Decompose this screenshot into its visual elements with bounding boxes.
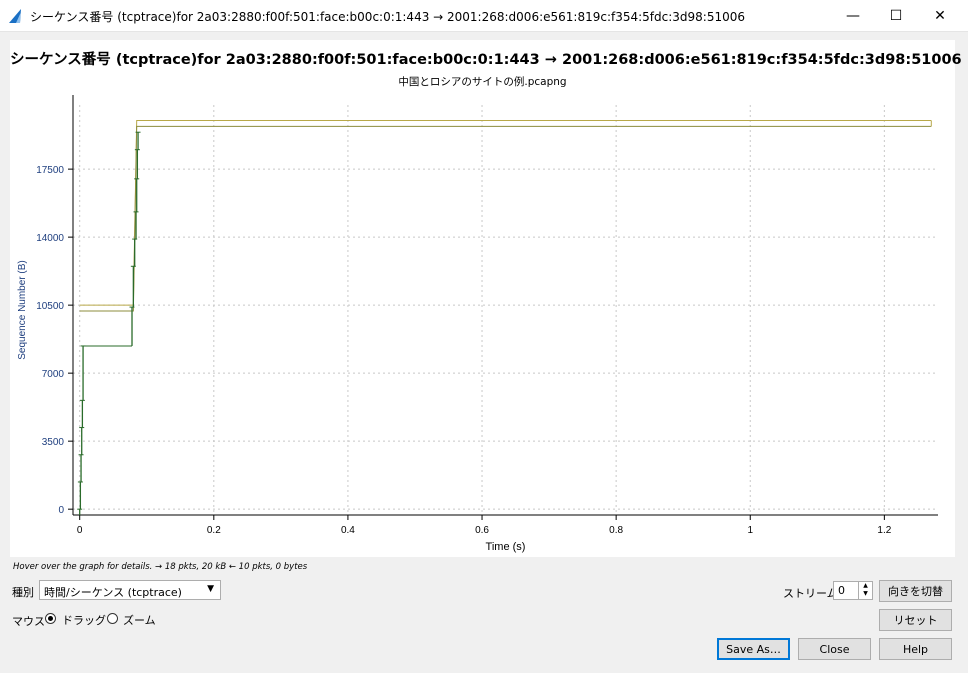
window-lower-line xyxy=(79,125,932,312)
save-as-button[interactable]: Save As… xyxy=(717,638,790,660)
x-axis-label: Time (s) xyxy=(486,541,526,553)
stream-label: ストリーム xyxy=(783,587,838,600)
hover-hint: Hover over the graph for details. → 18 p… xyxy=(13,562,308,572)
switch-direction-button[interactable]: 向きを切替 xyxy=(879,580,952,602)
x-tick-label: 0.4 xyxy=(341,525,355,536)
y-tick-label: 10500 xyxy=(36,301,64,312)
x-tick-label: 0 xyxy=(77,525,83,536)
x-tick-label: 0.8 xyxy=(609,525,623,536)
close-button[interactable]: Close xyxy=(798,638,871,660)
graph-type-select[interactable]: 時間/シーケンス (tcptrace) ▼ xyxy=(39,580,221,600)
spin-arrows-icon[interactable]: ▲ ▼ xyxy=(858,582,872,599)
y-tick-label: 14000 xyxy=(36,233,64,244)
y-tick-label: 7000 xyxy=(42,369,65,380)
wireshark-fin-icon xyxy=(9,9,21,23)
chevron-down-icon: ▼ xyxy=(207,584,214,594)
sequence-chart[interactable]: 0 0.2 0.4 0.6 0.8 1 1.2 0 3500 7000 10500 14000 1750… xyxy=(10,40,955,557)
stream-spinbox[interactable]: 0 ▲ ▼ xyxy=(833,581,873,600)
reset-button[interactable]: リセット xyxy=(879,609,952,631)
drag-radio[interactable] xyxy=(45,613,56,624)
x-tick-label: 0.2 xyxy=(207,525,221,536)
maximize-button[interactable]: ☐ xyxy=(873,0,919,31)
zoom-radio[interactable] xyxy=(107,613,118,624)
minimize-icon: — xyxy=(846,7,860,24)
plot-panel[interactable]: シーケンス番号 (tcptrace)for 2a03:2880:f00f:501… xyxy=(10,40,962,557)
close-window-button[interactable]: ✕ xyxy=(917,0,963,31)
x-tick-label: 1.2 xyxy=(877,525,891,536)
x-tick-label: 1 xyxy=(747,525,753,536)
window-upper-line xyxy=(79,120,932,306)
minimize-button[interactable]: — xyxy=(830,0,876,31)
mouse-label: マウス xyxy=(12,615,45,628)
title-bar: シーケンス番号 (tcptrace)for 2a03:2880:f00f:501… xyxy=(0,0,968,32)
graph-type-value: 時間/シーケンス (tcptrace) xyxy=(44,586,182,599)
help-button[interactable]: Help xyxy=(879,638,952,660)
zoom-label: ズーム xyxy=(123,614,156,627)
y-axis-label: Sequence Number (B) xyxy=(17,260,28,360)
y-tick-label: 0 xyxy=(58,505,64,516)
maximize-icon: ☐ xyxy=(889,7,903,24)
window-title: シーケンス番号 (tcptrace)for 2a03:2880:f00f:501… xyxy=(30,10,746,24)
close-icon: ✕ xyxy=(934,7,946,24)
stream-value: 0 xyxy=(838,584,845,597)
drag-label: ドラッグ xyxy=(62,614,106,627)
x-tick-label: 0.6 xyxy=(475,525,489,536)
y-tick-label: 17500 xyxy=(36,165,64,176)
type-label: 種別 xyxy=(12,586,34,599)
y-tick-label: 3500 xyxy=(42,437,65,448)
